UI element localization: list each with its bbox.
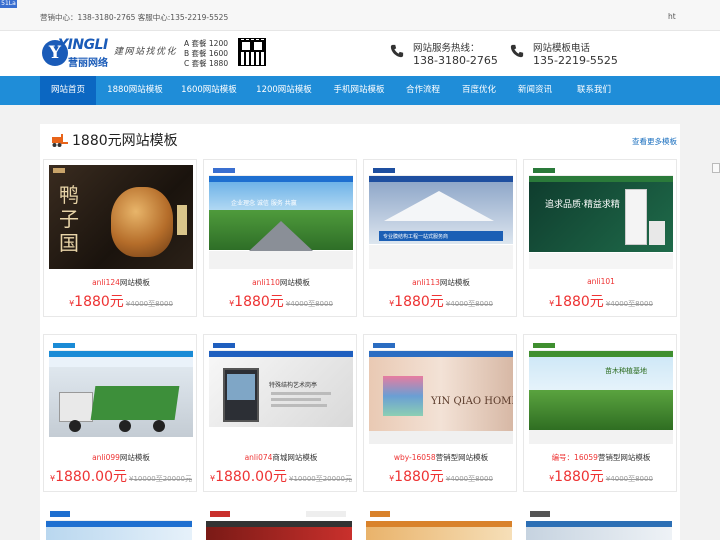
top-right-link[interactable]: ht <box>668 12 676 21</box>
thumb-caption: 苗木种植基地 <box>605 367 647 375</box>
original-price: ¥4000至8000 <box>445 300 493 308</box>
template-name: wby-16058营销型网站模板 <box>393 453 489 462</box>
price-row: ¥1880元 ¥4000至8000 <box>389 469 493 485</box>
price-row: ¥1880元 ¥4000至8000 <box>389 294 493 310</box>
template-card[interactable] <box>206 507 352 540</box>
thumb-caption: 追求品质·精益求精 <box>545 200 620 210</box>
price-row: ¥1880元 ¥4000至8000 <box>229 294 333 310</box>
template-thumbnail: 企业理念 诚信 服务 共赢 <box>209 165 353 269</box>
template-card[interactable] <box>366 507 512 540</box>
original-price: ¥4000至8000 <box>125 300 173 308</box>
template-thumbnail: 追求品质·精益求精 <box>529 165 673 269</box>
phone-icon <box>390 44 404 58</box>
thumb-caption: 特殊结构艺术岗亭 <box>269 382 318 389</box>
price-row: ¥1880元 ¥4000至8000 <box>69 294 173 310</box>
thumb-caption: 企业理念 诚信 服务 共赢 <box>231 200 297 207</box>
template-name: anli074商城网站模板 <box>244 453 318 462</box>
price: 1880元 <box>554 294 604 310</box>
nav-home[interactable]: 网站首页 <box>40 76 96 105</box>
top-bar: 营销中心：138-3180-2765 客服中心:135-2219-5525 ht <box>0 0 720 31</box>
price-row: ¥1880元 ¥4000至8000 <box>549 469 653 485</box>
template-phone-label: 网站模板电话 <box>533 43 591 54</box>
template-card[interactable]: 专业膜结构工程一站式服务商 anli113网站模板 ¥1880元 ¥4000至80… <box>363 159 517 317</box>
nav-process[interactable]: 合作流程 <box>398 76 448 105</box>
template-card[interactable] <box>526 507 672 540</box>
template-thumbnail <box>49 340 193 444</box>
template-name: anli110网站模板 <box>252 278 310 287</box>
package-a: A 套餐 1200 <box>184 39 228 48</box>
price: 1880元 <box>394 469 444 485</box>
template-card[interactable]: 特殊结构艺术岗亭 anli074商城网站模板 ¥1880.00元 ¥10000至2… <box>203 334 357 492</box>
template-name: anli099网站模板 <box>92 453 150 462</box>
nav-mobile[interactable]: 手机网站模板 <box>324 76 394 105</box>
nav-1880[interactable]: 1880网站模板 <box>100 76 170 105</box>
price: 1880元 <box>554 469 604 485</box>
next-row-previews <box>40 507 680 540</box>
original-price: ¥10000至20000元 <box>288 475 352 483</box>
nav-seo[interactable]: 百度优化 <box>454 76 504 105</box>
price-row: ¥1880元 ¥4000至8000 <box>549 294 653 310</box>
template-name: anli113网站模板 <box>412 278 470 287</box>
side-float-icon[interactable] <box>712 163 720 173</box>
template-card[interactable]: YIN QIAO HOME wby-16058营销型网站模板 ¥1880元 ¥40… <box>363 334 517 492</box>
logo-chinese: 营丽网络 <box>68 58 108 69</box>
template-card[interactable]: 追求品质·精益求精 anli101 ¥1880元 ¥4000至8000 <box>523 159 677 317</box>
phone-icon <box>510 44 524 58</box>
original-price: ¥4000至8000 <box>605 475 653 483</box>
qr-code <box>238 38 266 66</box>
original-price: ¥4000至8000 <box>605 300 653 308</box>
package-list: A 套餐 1200 B 套餐 1600 C 套餐 1880 <box>184 39 228 69</box>
nav-1600[interactable]: 1600网站模板 <box>174 76 244 105</box>
price: 1880元 <box>394 294 444 310</box>
hotline-number: 138-3180-2765 <box>413 54 498 67</box>
logo-english: YINGLI <box>58 37 108 53</box>
forklift-icon <box>52 134 68 147</box>
template-section: 1880元网站模板 查看更多模板 鸭子国 anli124网站模板 ¥1880元 ¥… <box>40 124 680 540</box>
price-row: ¥1880.00元 ¥10000至20000元 <box>49 469 192 485</box>
template-phone-number: 135-2219-5525 <box>533 54 618 67</box>
template-thumbnail: YIN QIAO HOME <box>369 340 513 444</box>
template-thumbnail: 鸭子国 <box>49 165 193 269</box>
slogan: 建网站找优化 <box>114 47 178 57</box>
site-logo[interactable]: Y YINGLI 营丽网络 <box>40 36 112 69</box>
template-thumbnail: 特殊结构艺术岗亭 <box>209 340 353 444</box>
more-templates-link[interactable]: 查看更多模板 <box>632 136 677 147</box>
thumb-caption: YIN QIAO HOME <box>431 396 513 407</box>
thumb-caption: 鸭子国 <box>59 183 79 255</box>
top-contact-text: 营销中心：138-3180-2765 客服中心:135-2219-5525 <box>40 13 229 22</box>
package-b: B 套餐 1600 <box>184 49 229 58</box>
template-card[interactable] <box>46 507 192 540</box>
original-price: ¥4000至8000 <box>285 300 333 308</box>
package-c: C 套餐 1880 <box>184 59 229 68</box>
original-price: ¥4000至8000 <box>445 475 493 483</box>
template-name: 编号：16059营销型网站模板 <box>551 453 651 462</box>
thumb-caption: 专业膜结构工程一站式服务商 <box>383 234 449 240</box>
nav-1200[interactable]: 1200网站模板 <box>249 76 319 105</box>
template-thumbnail: 苗木种植基地 <box>529 340 673 444</box>
price: 1880.00元 <box>215 469 287 485</box>
price: 1880元 <box>74 294 124 310</box>
price: 1880.00元 <box>55 469 127 485</box>
section-title: 1880元网站模板 <box>72 133 178 149</box>
stats-badge: 51La <box>0 0 17 8</box>
template-card[interactable]: 企业理念 诚信 服务 共赢 anli110网站模板 ¥1880元 ¥4000至80… <box>203 159 357 317</box>
template-card[interactable]: anli099网站模板 ¥1880.00元 ¥10000至20000元 <box>43 334 197 492</box>
price-row: ¥1880.00元 ¥10000至20000元 <box>209 469 352 485</box>
template-card[interactable]: 鸭子国 anli124网站模板 ¥1880元 ¥4000至8000 <box>43 159 197 317</box>
nav-news[interactable]: 新闻资讯 <box>510 76 560 105</box>
original-price: ¥10000至20000元 <box>128 475 192 483</box>
site-header: Y YINGLI 营丽网络 建网站找优化 A 套餐 1200 B 套餐 1600… <box>0 31 720 76</box>
nav-contact[interactable]: 联系我们 <box>566 76 622 105</box>
template-thumbnail: 专业膜结构工程一站式服务商 <box>369 165 513 269</box>
hotline-label: 网站服务热线： <box>413 43 480 54</box>
template-card[interactable]: 苗木种植基地 编号：16059营销型网站模板 ¥1880元 ¥4000至8000 <box>523 334 677 492</box>
template-name: anli101 <box>587 277 615 286</box>
price: 1880元 <box>234 294 284 310</box>
template-name: anli124网站模板 <box>92 278 150 287</box>
main-nav: 网站首页 1880网站模板 1600网站模板 1200网站模板 手机网站模板 合… <box>0 76 720 105</box>
